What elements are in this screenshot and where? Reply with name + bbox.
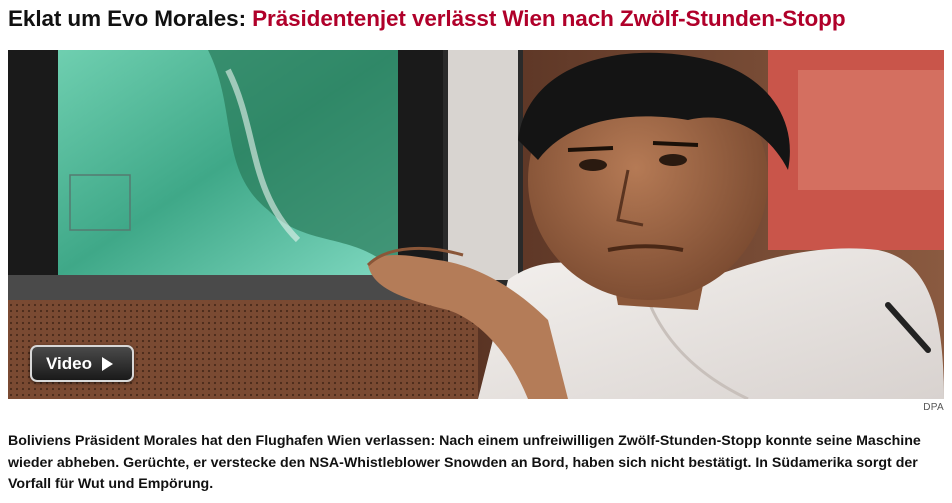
video-button-label: Video xyxy=(46,353,92,373)
headline[interactable]: Eklat um Evo Morales: Präsidentenjet ver… xyxy=(8,4,846,34)
photo-illustration xyxy=(8,50,944,399)
video-button[interactable]: Video xyxy=(30,345,134,382)
article-image[interactable] xyxy=(8,50,944,399)
play-icon xyxy=(101,356,113,371)
headline-kicker[interactable]: Eklat um Evo Morales: xyxy=(8,6,246,31)
headline-title[interactable]: Präsidentenjet verlässt Wien nach Zwölf-… xyxy=(252,6,845,31)
article-teaser[interactable]: Boliviens Präsident Morales hat den Flug… xyxy=(8,431,938,496)
photo-credit: DPA xyxy=(923,402,944,413)
